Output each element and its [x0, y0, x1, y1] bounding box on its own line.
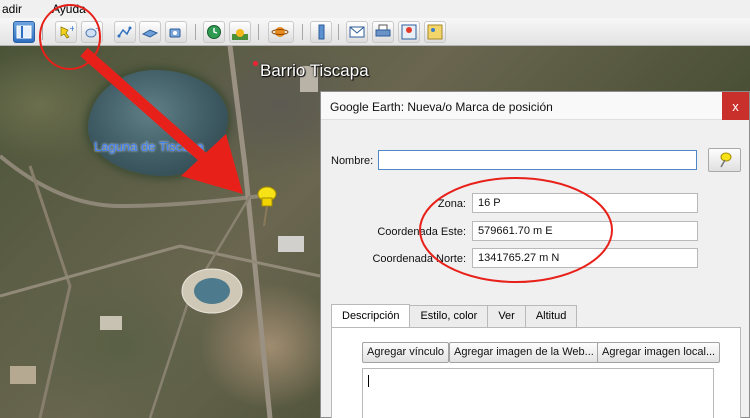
- svg-text:+: +: [69, 24, 74, 33]
- historical-imagery-icon: [207, 25, 221, 39]
- coordenada-este-field[interactable]: 579661.70 m E: [472, 221, 698, 241]
- tab-estilo-color[interactable]: Estilo, color: [409, 305, 489, 327]
- yellow-pushpin-icon[interactable]: [250, 184, 284, 228]
- print-button[interactable]: [372, 21, 394, 43]
- toolbar: + +: [0, 18, 750, 46]
- coordenada-este-label: Coordenada Este:: [377, 226, 466, 238]
- add-path-button[interactable]: [114, 21, 136, 43]
- name-field[interactable]: [378, 150, 697, 170]
- record-tour-button[interactable]: [165, 21, 187, 43]
- sunlight-button[interactable]: [229, 21, 251, 43]
- name-label: Nombre:: [331, 155, 374, 167]
- lake: [88, 70, 228, 176]
- tab-ver[interactable]: Ver: [487, 305, 526, 327]
- add-web-image-button[interactable]: Agregar imagen de la Web...: [449, 342, 599, 363]
- description-panel: Agregar vínculo Agregar imagen de la Web…: [331, 327, 741, 418]
- record-tour-icon: [169, 28, 181, 38]
- add-link-button[interactable]: Agregar vínculo: [362, 342, 450, 363]
- close-icon: x: [732, 98, 739, 114]
- add-image-overlay-icon: [142, 29, 158, 38]
- menu-help[interactable]: Ayuda: [52, 2, 86, 16]
- description-textarea[interactable]: [362, 368, 714, 418]
- sidebar-button[interactable]: [13, 21, 35, 43]
- pushpin-icon: [719, 152, 731, 168]
- tab-descripcion[interactable]: Descripción: [331, 304, 411, 327]
- sunlight-icon: [232, 29, 248, 40]
- add-polygon-icon: +: [85, 24, 100, 38]
- tab-altitud[interactable]: Altitud: [524, 305, 578, 327]
- text-caret: [368, 375, 369, 387]
- ruler-icon: [318, 24, 325, 40]
- planets-button[interactable]: [268, 21, 294, 43]
- new-placemark-dialog: Google Earth: Nueva/o Marca de posición …: [320, 91, 750, 418]
- email-button[interactable]: [346, 21, 368, 43]
- coordenada-norte-label: Coordenada Norte:: [372, 253, 466, 265]
- tab-bar: Descripción Estilo, color Ver Altitud: [331, 304, 578, 327]
- add-image-overlay-button[interactable]: [139, 21, 161, 43]
- placemark-icon-button[interactable]: [708, 148, 741, 172]
- map-label-barrio: Barrio Tiscapa: [260, 61, 369, 80]
- print-icon: [375, 24, 391, 37]
- view-in-google-maps-icon: [401, 24, 417, 40]
- menu-edit[interactable]: adir: [2, 2, 22, 16]
- add-polygon-button[interactable]: +: [81, 21, 103, 43]
- close-button[interactable]: x: [722, 92, 749, 120]
- email-icon: [349, 26, 365, 38]
- zona-label: Zona:: [437, 198, 466, 210]
- add-placemark-button[interactable]: +: [55, 21, 77, 43]
- dialog-titlebar[interactable]: Google Earth: Nueva/o Marca de posición …: [321, 92, 749, 120]
- add-local-image-button[interactable]: Agregar imagen local...: [597, 342, 721, 363]
- historical-imagery-button[interactable]: [203, 21, 225, 43]
- menu-bar: adir Ayuda: [0, 0, 750, 18]
- map-label-laguna: Laguna de Tiscapa: [94, 139, 204, 154]
- coordenada-norte-field[interactable]: 1341765.27 m N: [472, 248, 698, 268]
- add-placemark-icon: +: [60, 24, 74, 39]
- ruler-button[interactable]: [310, 21, 332, 43]
- view-in-maps-button[interactable]: [398, 21, 420, 43]
- map-marker-dot: [253, 61, 258, 66]
- save-image-icon: [427, 24, 443, 40]
- planets-icon: [271, 27, 289, 37]
- save-image-button[interactable]: [424, 21, 446, 43]
- sidebar-icon: [16, 25, 32, 39]
- dialog-title: Google Earth: Nueva/o Marca de posición: [330, 100, 553, 114]
- zona-field[interactable]: 16 P: [472, 193, 698, 213]
- add-path-icon: [117, 26, 132, 38]
- svg-text:+: +: [95, 24, 100, 33]
